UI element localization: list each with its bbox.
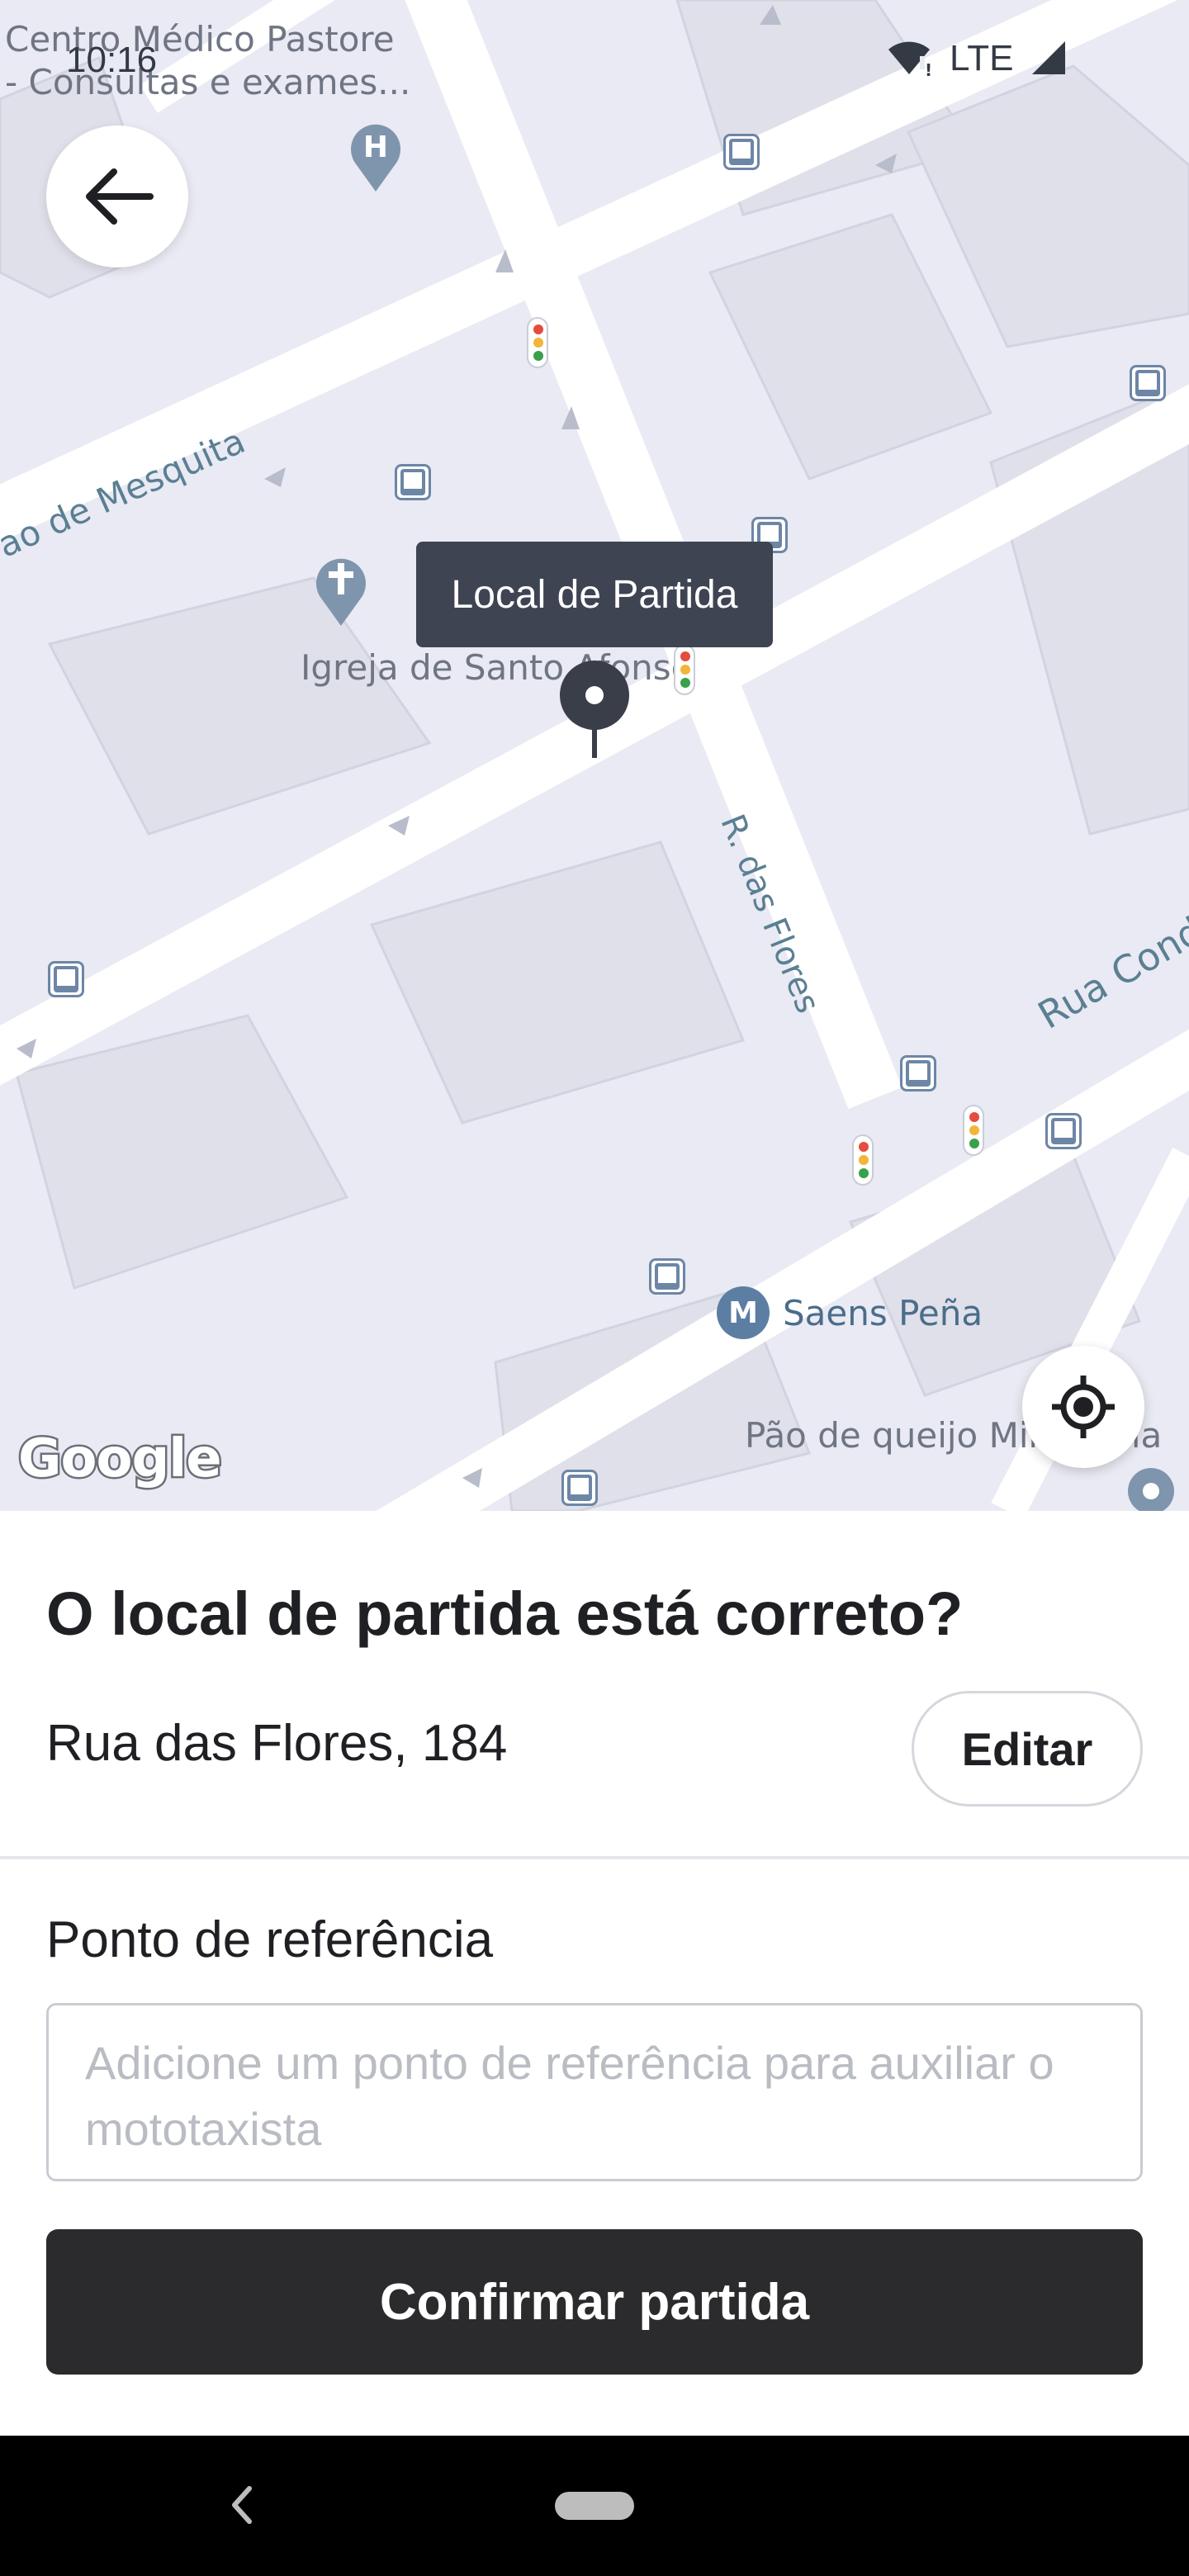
map-pin-icon[interactable] (558, 661, 631, 760)
bus-stop-icon[interactable] (561, 1470, 598, 1506)
sheet-title: O local de partida está correto? (46, 1579, 964, 1648)
svg-text:!: ! (925, 60, 931, 76)
nav-back-icon[interactable] (225, 2479, 258, 2531)
bus-stop-icon[interactable] (900, 1055, 936, 1091)
my-location-button[interactable] (1022, 1346, 1144, 1468)
edit-address-button[interactable]: Editar (912, 1691, 1143, 1807)
google-logo: Google (17, 1427, 225, 1492)
traffic-light-icon (852, 1134, 874, 1186)
map-poi-label-church[interactable]: Igreja de Santo Afonso (301, 647, 692, 688)
traffic-light-icon (527, 317, 548, 368)
svg-text:H: H (363, 130, 388, 164)
system-navigation-bar (0, 2436, 1189, 2576)
signal-icon (1032, 41, 1065, 74)
bus-stop-icon[interactable] (1045, 1113, 1082, 1149)
traffic-light-icon (674, 644, 695, 695)
wifi-icon: ! (888, 41, 931, 76)
pickup-confirmation-sheet: O local de partida está correto? Rua das… (0, 1511, 1189, 2436)
crosshair-icon (1052, 1376, 1115, 1438)
section-divider (0, 1856, 1189, 1859)
arrow-left-icon (86, 168, 154, 225)
svg-text:M: M (728, 1296, 758, 1330)
map-view[interactable]: Centro Médico Pastore - Consultas e exam… (0, 0, 1189, 1511)
status-bar: 10:16 ! LTE (0, 0, 1189, 116)
reference-point-label: Ponto de referência (46, 1911, 494, 1968)
status-time: 10:16 (66, 40, 158, 80)
church-icon[interactable] (314, 552, 368, 627)
nav-home-pill[interactable] (555, 2492, 634, 2520)
bus-stop-icon[interactable] (395, 464, 431, 500)
metro-icon[interactable]: M (715, 1285, 771, 1341)
back-button[interactable] (46, 125, 188, 268)
network-type: LTE (950, 38, 1014, 78)
map-metro-label[interactable]: Saens Peña (783, 1293, 983, 1333)
hospital-icon[interactable]: H (348, 117, 403, 193)
pickup-pin-tooltip: Local de Partida (416, 542, 773, 647)
reference-point-input[interactable] (46, 2003, 1143, 2181)
bus-stop-icon[interactable] (649, 1258, 685, 1295)
traffic-light-icon (963, 1105, 984, 1156)
confirm-pickup-button[interactable]: Confirmar partida (46, 2229, 1143, 2375)
pickup-address: Rua das Flores, 184 (46, 1715, 508, 1772)
bus-stop-icon[interactable] (723, 134, 760, 170)
bus-stop-icon[interactable] (48, 961, 84, 997)
map-place-icon[interactable] (1126, 1466, 1176, 1511)
bus-stop-icon[interactable] (1130, 365, 1166, 401)
